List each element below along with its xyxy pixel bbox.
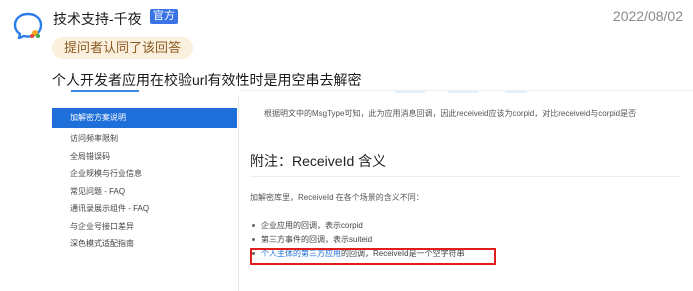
- embedded-screenshot-tab-mark: [505, 90, 527, 93]
- bullet-dot-icon: [252, 238, 255, 242]
- list-item: 企业应用的回调，表示corpid: [252, 219, 465, 233]
- doc-section-title: 附注：ReceiveId 含义: [250, 153, 387, 169]
- sidebar-item-api-diff[interactable]: 与企业号接口差异: [52, 218, 237, 236]
- embedded-screenshot-tab-mark: [448, 90, 478, 93]
- doc-paragraph: 根据明文中的MsgType可知，此为应用消息回调，因此receiveid应该为c…: [264, 109, 637, 118]
- accepted-badge: 提问者认同了该回答: [52, 37, 194, 59]
- sidebar-item-dark-mode[interactable]: 深色模式适配指南: [52, 235, 237, 253]
- sidebar-item-error-codes[interactable]: 全局错误码: [52, 148, 237, 166]
- sidebar-item-company-info[interactable]: 企业规模与行业信息: [52, 165, 237, 183]
- doc-description: 加解密库里，ReceiveId 在各个场景的含义不同：: [250, 193, 424, 202]
- sidebar-item-encryption[interactable]: 加解密方案说明: [52, 108, 237, 128]
- author-name[interactable]: 技术支持-千夜: [53, 9, 142, 29]
- sidebar-item-contacts-faq[interactable]: 通讯录展示组件 - FAQ: [52, 200, 237, 218]
- answer-text: 个人开发者应用在校验url有效性时是用空串去解密: [52, 72, 362, 88]
- embedded-screenshot-tab-mark: [395, 90, 425, 93]
- doc-sidebar: 加解密方案说明 访问频率限制 全局错误码 企业规模与行业信息 常见问题 - FA…: [52, 108, 237, 253]
- bullet-dot-icon: [252, 224, 255, 228]
- doc-divider: [250, 176, 680, 177]
- chat-bubble-icon: [12, 10, 44, 42]
- embedded-screenshot-top-accent: [71, 90, 139, 92]
- bullet-text: 第三方事件的回调，表示suiteid: [261, 235, 373, 244]
- list-item: 第三方事件的回调，表示suiteid: [252, 233, 465, 247]
- highlight-box: [250, 248, 496, 265]
- sidebar-divider: [238, 96, 239, 291]
- post-date: 2022/08/02: [612, 8, 683, 24]
- official-badge: 官方: [150, 9, 178, 24]
- bullet-text: 企业应用的回调，表示corpid: [261, 221, 363, 230]
- sidebar-item-rate-limit[interactable]: 访问频率限制: [52, 130, 237, 148]
- sidebar-item-faq[interactable]: 常见问题 - FAQ: [52, 183, 237, 201]
